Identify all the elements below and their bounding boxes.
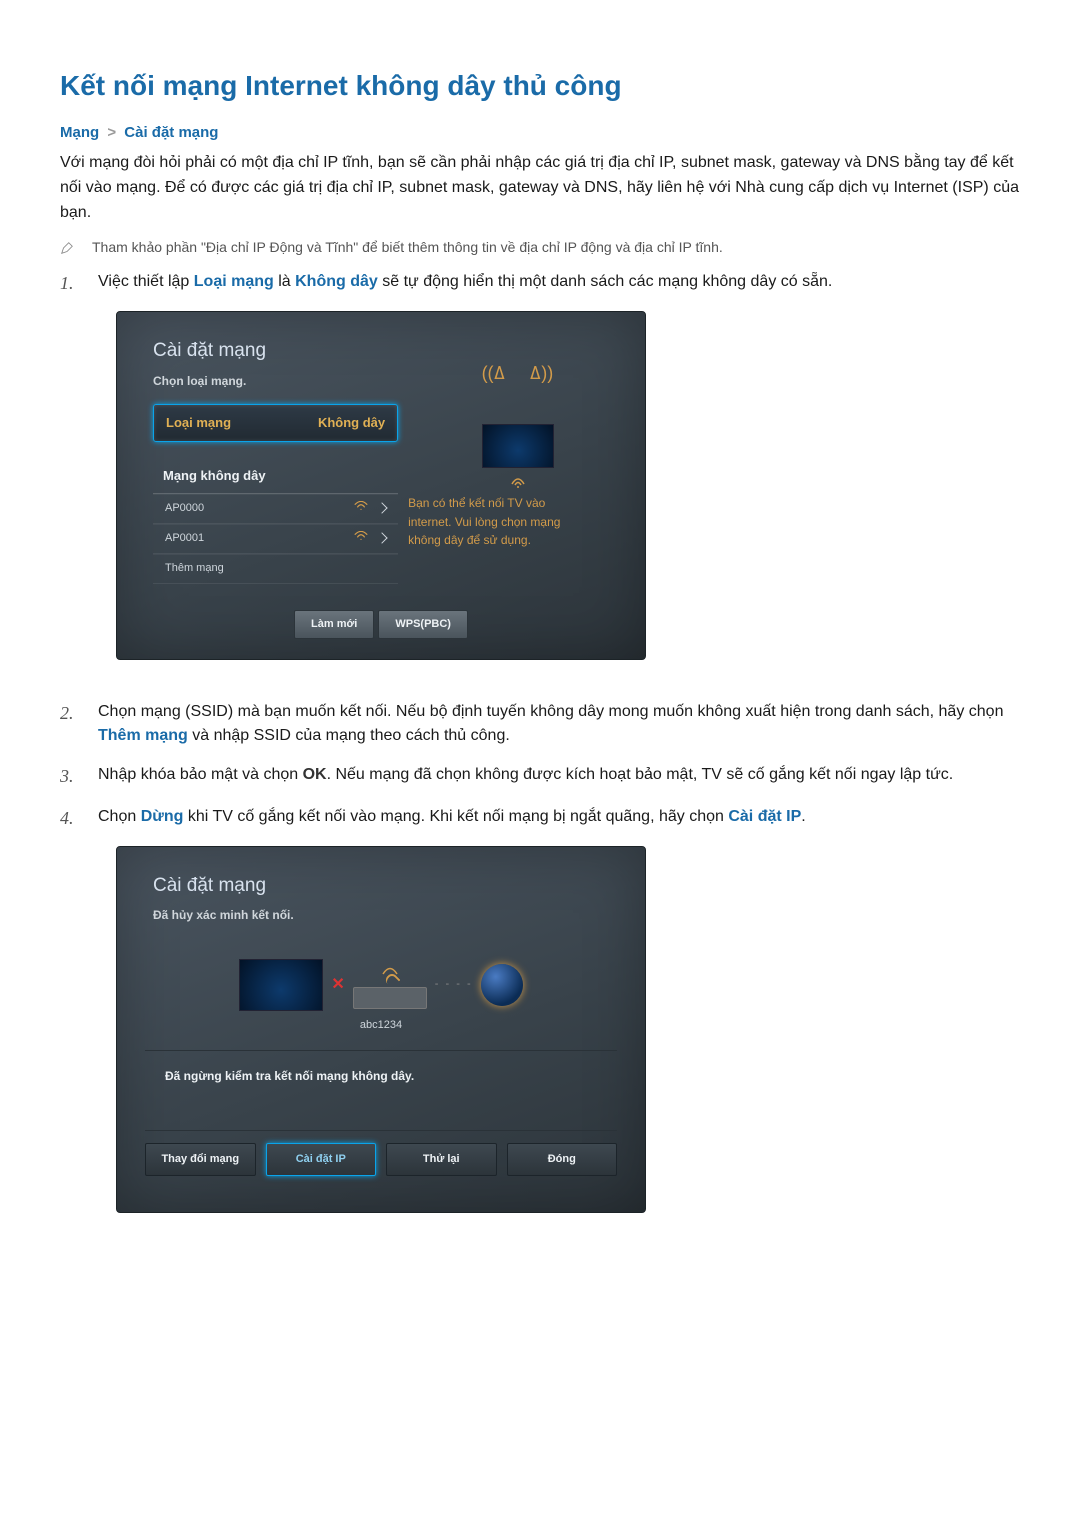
breadcrumb-sep: > — [103, 124, 120, 141]
panel2-title: Cài đặt mạng — [117, 847, 645, 900]
network-type-label: Loại mạng — [166, 413, 231, 433]
network-type-value: Không dây — [318, 413, 385, 433]
help-line-2: internet. Vui lòng chọn mạng — [408, 513, 627, 532]
step-number-1: 1. — [60, 270, 80, 685]
help-line-3: không dây để sử dụng. — [408, 531, 627, 550]
wave-right-icon: 𑀏)) — [529, 360, 553, 388]
wps-button[interactable]: WPS(PBC) — [378, 610, 468, 639]
step-3-text: Nhập khóa bảo mật và chọn OK. Nếu mạng đ… — [98, 763, 953, 791]
add-network-label: Thêm mạng — [165, 560, 224, 577]
ap-name: AP0001 — [165, 530, 204, 547]
network-type-select[interactable]: Loại mạng Không dây — [153, 404, 398, 442]
change-network-button[interactable]: Thay đổi mạng — [145, 1143, 256, 1176]
connection-dots-icon: - - - - — [435, 976, 473, 993]
status-message: Đã ngừng kiểm tra kết nối mạng không dây… — [145, 1050, 617, 1131]
monitor-icon — [239, 959, 323, 1011]
connection-diagram: ✕ - - - - — [145, 945, 617, 1015]
note-text: Tham khảo phần "Địa chỉ IP Động và Tĩnh"… — [92, 239, 723, 255]
chevron-right-icon — [376, 502, 387, 513]
monitor-icon — [482, 424, 554, 468]
wireless-network-section: Mạng không dây — [153, 460, 398, 493]
wifi-icon — [354, 530, 368, 547]
network-settings-panel-1: Cài đặt mạng Chọn loại mạng. Loại mạng K… — [116, 311, 646, 660]
breadcrumb: Mạng > Cài đặt mạng — [60, 124, 1020, 141]
close-button[interactable]: Đóng — [507, 1143, 618, 1176]
step-number-3: 3. — [60, 763, 80, 791]
panel2-subtitle: Đã hủy xác minh kết nối. — [117, 900, 645, 939]
step-number-4: 4. — [60, 805, 80, 1239]
retry-button[interactable]: Thử lại — [386, 1143, 497, 1176]
fail-x-icon: ✕ — [331, 973, 344, 998]
page-title: Kết nối mạng Internet không dây thủ công — [60, 70, 1020, 102]
ap-name: AP0000 — [165, 500, 204, 517]
refresh-button[interactable]: Làm mới — [294, 610, 374, 639]
breadcrumb-network: Mạng — [60, 124, 99, 141]
chevron-right-icon — [376, 532, 387, 543]
panel1-subtitle: Chọn loại mạng. — [117, 366, 645, 405]
router-icon — [508, 474, 528, 494]
step-4-text: Chọn Dừng khi TV cố gắng kết nối vào mạn… — [98, 805, 806, 1239]
router-icon — [353, 987, 427, 1009]
help-line-1: Bạn có thể kết nối TV vào — [408, 494, 627, 513]
panel1-title: Cài đặt mạng — [117, 312, 645, 365]
ip-settings-button[interactable]: Cài đặt IP — [266, 1143, 377, 1176]
globe-icon — [481, 964, 523, 1006]
network-settings-panel-2: Cài đặt mạng Đã hủy xác minh kết nối. ✕ … — [116, 846, 646, 1213]
breadcrumb-settings: Cài đặt mạng — [124, 124, 218, 141]
connection-illustration: ((𑀏𑀏)) — [408, 404, 627, 494]
wave-left-icon: ((𑀏 — [482, 360, 506, 388]
step-2-text: Chọn mạng (SSID) mà bạn muốn kết nối. Nế… — [98, 700, 1020, 750]
note-icon — [60, 241, 74, 258]
add-network-item[interactable]: Thêm mạng — [153, 554, 398, 584]
ap-item-0[interactable]: AP0000 — [153, 494, 398, 524]
connected-ap-label: abc1234 — [145, 1017, 617, 1034]
step-1-text: Việc thiết lập Loại mạng là Không dây sẽ… — [98, 270, 832, 685]
step-number-2: 2. — [60, 700, 80, 750]
intro-text: Với mạng đòi hỏi phải có một địa chỉ IP … — [60, 151, 1020, 225]
ap-item-1[interactable]: AP0001 — [153, 524, 398, 554]
wifi-icon — [354, 500, 368, 517]
